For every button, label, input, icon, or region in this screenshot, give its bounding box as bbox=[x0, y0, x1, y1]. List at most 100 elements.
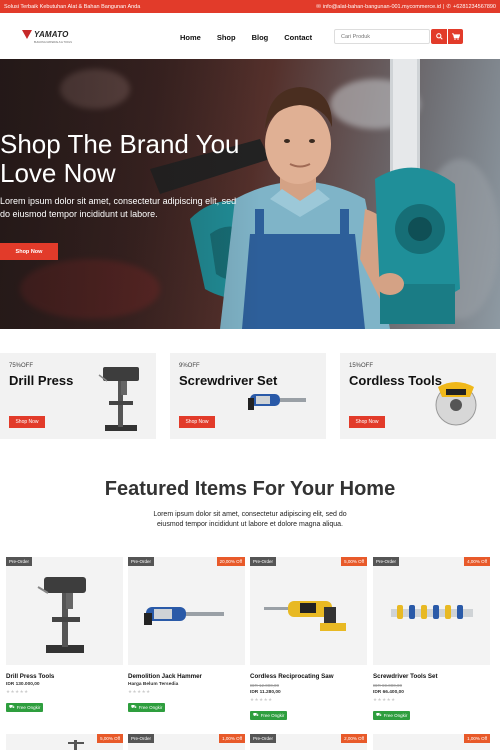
promo-card-drill-press[interactable]: 75%OFF Drill Press Shop Now bbox=[0, 353, 156, 439]
promo-discount: 15%OFF bbox=[349, 363, 374, 369]
promo-name: Screwdriver Set bbox=[179, 373, 278, 388]
product-image-area[interactable]: Pre-Order 20,00% Off bbox=[128, 557, 245, 665]
discount-badge: 1,00% Off bbox=[464, 734, 490, 743]
pre-order-badge: Pre-Order bbox=[128, 557, 155, 566]
mail-icon: ✉ bbox=[316, 3, 321, 10]
product-name[interactable]: Drill Press Tools bbox=[6, 673, 123, 680]
drill-press-image bbox=[98, 367, 139, 431]
nav-contact[interactable]: Contact bbox=[284, 33, 312, 42]
hero-overlay bbox=[0, 59, 260, 329]
promo-shop-now-button[interactable]: Shop Now bbox=[9, 416, 45, 428]
discount-badge: 20,00% Off bbox=[216, 557, 245, 566]
jack-hammer-image bbox=[144, 607, 224, 625]
product-image-area[interactable]: Pre-Order 5,00% Off bbox=[250, 557, 367, 665]
truck-icon: ⛟ bbox=[376, 712, 382, 717]
email-link[interactable]: info@alat-bahan-bangunan-001.mycommerce.… bbox=[323, 4, 441, 10]
pre-order-badge: Pre-Order bbox=[250, 734, 277, 743]
product-name[interactable]: Demolition Jack Hammer bbox=[128, 673, 245, 680]
hero-banner: Shop The Brand You Love Now Lorem ipsum … bbox=[0, 59, 500, 329]
product-price: IDR 11.280,00 bbox=[250, 690, 281, 695]
pre-order-badge: Pre-Order bbox=[250, 557, 277, 566]
product-price: IDR 66.400,00 bbox=[373, 690, 404, 695]
discount-badge: 5,00% Off bbox=[97, 734, 123, 743]
hero-text: Lorem ipsum dolor sit amet, consectetur … bbox=[0, 196, 237, 219]
phone-icon: ✆ bbox=[446, 3, 452, 10]
site-header: YAMATO BUILDING MATERIALS & TOOLS Home S… bbox=[0, 13, 500, 59]
logo-text: YAMATO bbox=[34, 30, 69, 39]
reciprocating-saw-image bbox=[264, 601, 346, 631]
truck-icon: ⛟ bbox=[253, 712, 259, 717]
pre-order-badge: Pre-Order bbox=[128, 734, 155, 743]
truck-icon: ⛟ bbox=[9, 704, 15, 709]
shipping-label: Free Ongkir bbox=[260, 713, 285, 718]
product-card[interactable]: Pre-Order Drill Press Tools IDR 130.000,… bbox=[6, 557, 123, 713]
screwdriver-set-image bbox=[391, 605, 473, 619]
cart-icon bbox=[451, 33, 460, 40]
product-price: IDR 130.000,00 bbox=[6, 682, 40, 687]
truck-icon: ⛟ bbox=[131, 704, 137, 709]
shipping-label: Free Ongkir bbox=[138, 705, 163, 710]
product-card[interactable]: 5,00% Off bbox=[6, 734, 123, 750]
promo-discount: 75%OFF bbox=[9, 363, 34, 369]
tagline: Solusi Terbaik Kebutuhan Alat & Bahan Ba… bbox=[4, 3, 141, 10]
product-old-price: IDR 69.000,00 bbox=[373, 683, 403, 688]
jack-hammer-image bbox=[248, 394, 306, 410]
promo-name: Drill Press bbox=[9, 373, 74, 388]
promo-shop-now-button[interactable]: Shop Now bbox=[349, 416, 385, 428]
product-name[interactable]: Cordless Reciprocating Saw bbox=[250, 673, 367, 680]
rating-stars: ★★★★★ bbox=[6, 689, 29, 694]
rating-stars: ★★★★★ bbox=[373, 697, 396, 702]
product-old-price: IDR 12.000,00 bbox=[250, 683, 280, 688]
shipping-label: Free Ongkir bbox=[16, 705, 41, 710]
product-image-area[interactable]: Pre-Order bbox=[6, 557, 123, 665]
pre-order-badge: Pre-Order bbox=[373, 557, 400, 566]
product-name[interactable]: Screwdriver Tools Set bbox=[373, 673, 490, 680]
logo-mark-icon bbox=[22, 30, 32, 39]
discount-badge: 2,00% Off bbox=[341, 734, 367, 743]
product-card[interactable]: Pre-Order 4,00% Off Screwdriver Tools Se… bbox=[373, 557, 490, 721]
contact-info: ✉ info@alat-bahan-bangunan-001.mycommerc… bbox=[316, 4, 496, 10]
product-card[interactable]: 1,00% Off bbox=[373, 734, 490, 750]
cart-button[interactable] bbox=[448, 29, 463, 44]
top-bar: Solusi Terbaik Kebutuhan Alat & Bahan Ba… bbox=[0, 0, 500, 13]
discount-badge: 1,00% Off bbox=[219, 734, 245, 743]
main-nav: Home Shop Blog Contact bbox=[180, 33, 312, 42]
drill-press-image bbox=[37, 577, 86, 653]
shop-now-button[interactable]: Shop Now bbox=[0, 243, 58, 260]
rating-stars: ★★★★★ bbox=[128, 689, 151, 694]
product-card[interactable]: Pre-Order 5,00% Off Cordless Reciprocati… bbox=[250, 557, 367, 721]
phone-link[interactable]: +6281234567890 bbox=[453, 4, 496, 10]
drill-press-image bbox=[68, 740, 84, 750]
logo[interactable]: YAMATO BUILDING MATERIALS & TOOLS bbox=[22, 30, 72, 44]
logo-subtext: BUILDING MATERIALS & TOOLS bbox=[34, 41, 72, 44]
free-shipping-badge: ⛟ Free Ongkir bbox=[6, 703, 44, 712]
discount-badge: 5,00% Off bbox=[341, 557, 367, 566]
circular-saw-image bbox=[435, 382, 477, 426]
promo-card-cordless-tools[interactable]: 15%OFF Cordless Tools Shop Now bbox=[340, 353, 496, 439]
promo-shop-now-button[interactable]: Shop Now bbox=[179, 416, 215, 428]
free-shipping-badge: ⛟ Free Ongkir bbox=[373, 711, 411, 720]
nav-blog[interactable]: Blog bbox=[252, 33, 269, 42]
promo-card-screwdriver-set[interactable]: 9%OFF Screwdriver Set Shop Now bbox=[170, 353, 326, 439]
hero-title: Shop The Brand You Love Now bbox=[0, 129, 240, 188]
product-price: Harga Belum Tersedia bbox=[128, 682, 179, 687]
promo-discount: 9%OFF bbox=[179, 363, 200, 369]
nav-home[interactable]: Home bbox=[180, 33, 201, 42]
free-shipping-badge: ⛟ Free Ongkir bbox=[250, 711, 288, 720]
nav-shop[interactable]: Shop bbox=[217, 33, 236, 42]
product-card[interactable]: Pre-Order 1,00% Off bbox=[128, 734, 245, 750]
rating-stars: ★★★★★ bbox=[250, 697, 273, 702]
shipping-label: Free Ongkir bbox=[383, 713, 408, 718]
pre-order-badge: Pre-Order bbox=[6, 557, 33, 566]
free-shipping-badge: ⛟ Free Ongkir bbox=[128, 703, 166, 712]
separator: | bbox=[442, 3, 445, 10]
search-input[interactable] bbox=[334, 29, 430, 44]
product-card[interactable]: Pre-Order 20,00% Off Demolition Jack Ham… bbox=[128, 557, 245, 713]
search-button[interactable] bbox=[431, 29, 447, 44]
featured-text: Lorem ipsum dolor sit amet, consectetur … bbox=[153, 511, 347, 528]
featured-title: Featured Items For Your Home bbox=[104, 478, 396, 500]
search-icon bbox=[435, 33, 443, 40]
product-image-area[interactable]: Pre-Order 4,00% Off bbox=[373, 557, 490, 665]
product-card[interactable]: Pre-Order 2,00% Off bbox=[250, 734, 367, 750]
discount-badge: 4,00% Off bbox=[464, 557, 490, 566]
